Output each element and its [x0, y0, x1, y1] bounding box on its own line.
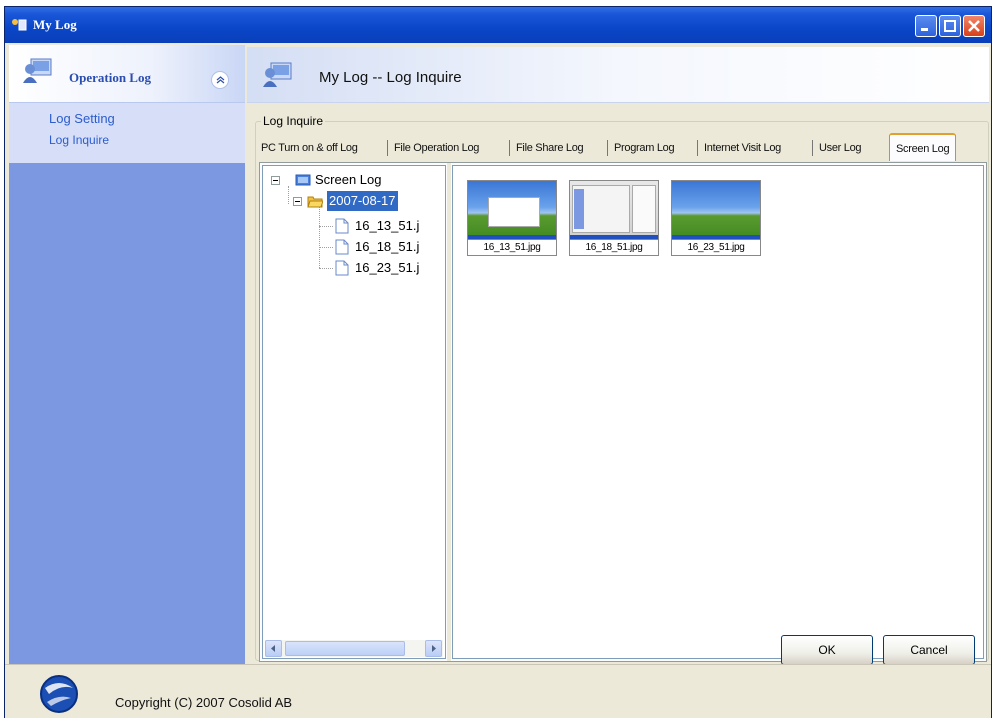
file-icon [335, 260, 349, 276]
thumbnail-caption: 16_23_51.jpg [671, 240, 761, 256]
title-bar[interactable]: My Log [5, 7, 991, 43]
tree-node-folder[interactable]: 2007-08-17 [293, 191, 443, 211]
screen-icon [295, 174, 311, 186]
minimize-button[interactable] [915, 15, 937, 37]
screenshot-thumbnail [671, 180, 761, 240]
sidebar-item-log-setting[interactable]: Log Setting [49, 111, 115, 126]
file-icon [335, 218, 349, 234]
scroll-thumb[interactable] [285, 641, 405, 656]
collapse-toggle[interactable] [271, 176, 280, 185]
maximize-button[interactable] [939, 15, 961, 37]
tree-node-label: 16_13_51.j [355, 218, 420, 233]
page-title: My Log -- Log Inquire [319, 69, 462, 86]
tab-separator [509, 140, 510, 156]
tab-program-log[interactable]: Program Log [614, 136, 675, 160]
thumbnail-caption: 16_13_51.jpg [467, 240, 557, 256]
tab-separator [607, 140, 608, 156]
tab-user-log[interactable]: User Log [819, 136, 862, 160]
status-bar: Copyright (C) 2007 Cosolid AB [5, 664, 991, 718]
tree-line [319, 247, 333, 248]
collapse-button[interactable] [211, 71, 229, 89]
main-header: My Log -- Log Inquire [247, 47, 989, 103]
file-icon [335, 239, 349, 255]
minimize-icon [921, 28, 928, 31]
copyright-text: Copyright (C) 2007 Cosolid AB [115, 695, 293, 710]
user-log-icon [23, 58, 52, 83]
folder-open-icon [307, 196, 323, 208]
chevron-up-icon [216, 76, 225, 84]
screenshot-thumbnail [569, 180, 659, 240]
app-icon [12, 19, 27, 31]
tree-line [319, 204, 320, 268]
splitter[interactable] [447, 163, 451, 661]
tab-file-share-log[interactable]: File Share Log [516, 136, 584, 160]
screen-log-panel: Screen Log 2007-08-17 16_13_51.j 16_18_5… [259, 162, 987, 662]
maximize-icon [944, 20, 956, 32]
tree-horizontal-scrollbar[interactable] [265, 640, 443, 657]
chevron-left-icon [271, 645, 275, 652]
tree-node-label: 2007-08-17 [327, 191, 398, 211]
thumbnail-item[interactable]: 16_13_51.jpg [467, 180, 557, 258]
thumbnail-item[interactable]: 16_18_51.jpg [569, 180, 659, 258]
main-panel: My Log -- Log Inquire Log Inquire PC Tur… [245, 45, 991, 668]
cancel-button[interactable]: Cancel [883, 635, 975, 665]
main-window: My Log Operation Log Log Setting Log Inq… [4, 6, 992, 718]
window-title: My Log [33, 17, 77, 32]
tab-separator [697, 140, 698, 156]
chevron-right-icon [432, 645, 436, 652]
tree-node-file[interactable]: 16_13_51.j [335, 216, 445, 236]
sidebar-item-log-inquire[interactable]: Log Inquire [49, 133, 109, 147]
ok-button[interactable]: OK [781, 635, 873, 665]
user-log-icon [263, 62, 292, 87]
close-button[interactable] [963, 15, 985, 37]
sidebar: Operation Log Log Setting Log Inquire [9, 45, 245, 668]
tree-line [319, 268, 333, 269]
tab-separator [812, 140, 813, 156]
tree-node-label: Screen Log [315, 172, 382, 187]
tree-node-file[interactable]: 16_18_51.j [335, 237, 445, 257]
close-icon [968, 20, 980, 32]
globe-logo-icon [40, 675, 78, 713]
screen-log-tree[interactable]: Screen Log 2007-08-17 16_13_51.j 16_18_5… [262, 165, 446, 659]
screenshot-thumbnail [467, 180, 557, 240]
operation-log-header[interactable]: Operation Log [9, 45, 245, 103]
tree-node-label: 16_23_51.j [355, 260, 420, 275]
sidebar-links: Log Setting Log Inquire [9, 103, 245, 163]
sidebar-section-title: Operation Log [69, 70, 151, 85]
tree-node-label: 16_18_51.j [355, 239, 420, 254]
tab-file-operation-log[interactable]: File Operation Log [394, 136, 479, 160]
thumbnail-item[interactable]: 16_23_51.jpg [671, 180, 761, 258]
tab-separator [387, 140, 388, 156]
tab-pc-turn-on-off-log[interactable]: PC Turn on & off Log [261, 136, 358, 160]
thumbnail-caption: 16_18_51.jpg [569, 240, 659, 256]
tree-node-file[interactable]: 16_23_51.j [335, 258, 445, 278]
group-label: Log Inquire [261, 114, 326, 128]
thumbnail-view[interactable]: 16_13_51.jpg 16_18_51.jpg 16_23_51.jpg [452, 165, 984, 659]
tree-node-root[interactable]: Screen Log [271, 170, 441, 190]
tab-screen-log[interactable]: Screen Log [889, 133, 957, 161]
tree-line [319, 226, 333, 227]
collapse-toggle[interactable] [293, 197, 302, 206]
scroll-left-button[interactable] [265, 640, 282, 657]
tab-internet-visit-log[interactable]: Internet Visit Log [704, 136, 781, 160]
scroll-right-button[interactable] [425, 640, 442, 657]
